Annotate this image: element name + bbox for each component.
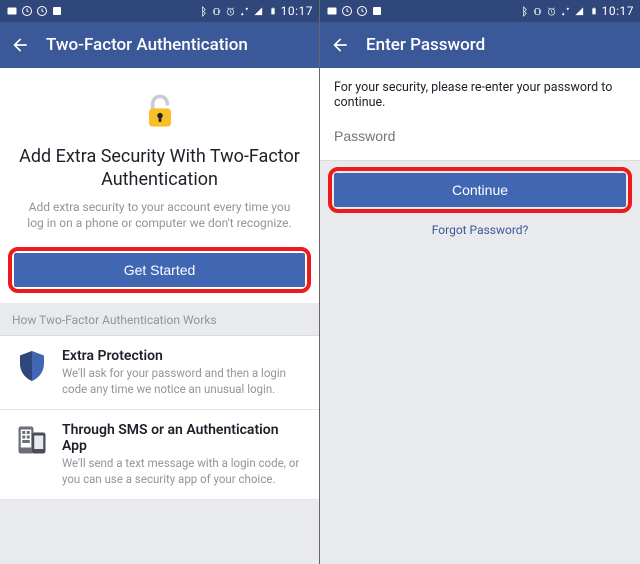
clock-status-icon [21,5,33,17]
item-body: Through SMS or an Authentication App We'… [62,422,305,487]
appbar-title: Enter Password [366,35,485,55]
highlight-annotation: Get Started [8,247,311,293]
battery-icon [588,5,600,17]
cta-wrap: Continue [320,161,640,217]
security-message: For your security, please re-enter your … [334,80,626,110]
list-item: Extra Protection We'll ask for your pass… [0,336,319,410]
shield-icon [14,348,50,384]
password-input[interactable] [334,124,626,150]
bluetooth-icon [518,5,530,17]
app-bar: Enter Password [320,22,640,68]
alarm-icon [546,5,558,17]
screen-enter-password: 10:17 Enter Password For your security, … [320,0,640,564]
back-arrow-icon[interactable] [10,35,30,55]
back-arrow-icon[interactable] [330,35,350,55]
status-bar: 10:17 [320,0,640,22]
signal-icon [574,5,586,17]
status-time: 10:17 [602,4,634,18]
content-left: Add Extra Security With Two-Factor Authe… [0,68,319,564]
hero-subtitle: Add extra security to your account every… [18,199,301,231]
item-desc: We'll ask for your password and then a l… [62,366,305,397]
app-bar: Two-Factor Authentication [0,22,319,68]
lock-icon [138,90,182,134]
get-started-button[interactable]: Get Started [14,253,305,287]
image-icon [6,5,18,17]
status-time: 10:17 [281,4,313,18]
battery-icon [267,5,279,17]
continue-button[interactable]: Continue [334,173,626,207]
screen-two-factor: 10:17 Two-Factor Authentication Add Extr… [0,0,320,564]
status-right: 10:17 [518,4,634,18]
password-card: For your security, please re-enter your … [320,68,640,161]
status-left [326,5,383,17]
image-icon [326,5,338,17]
clock-status-icon-2 [356,5,368,17]
signal-icon [253,5,265,17]
alarm-icon [225,5,237,17]
status-left [6,5,63,17]
section-label: How Two-Factor Authentication Works [0,303,319,336]
forgot-password-link[interactable]: Forgot Password? [320,217,640,243]
item-title: Extra Protection [62,348,305,364]
item-desc: We'll send a text message with a login c… [62,456,305,487]
vibrate-icon [532,5,544,17]
highlight-annotation: Continue [328,167,632,213]
item-body: Extra Protection We'll ask for your pass… [62,348,305,397]
appbar-title: Two-Factor Authentication [46,35,248,55]
status-right: 10:17 [197,4,313,18]
list-item: Through SMS or an Authentication App We'… [0,410,319,500]
hero-title: Add Extra Security With Two-Factor Authe… [18,146,301,191]
clock-status-icon [341,5,353,17]
maps-icon [51,5,63,17]
phone-qr-icon [14,422,50,458]
content-right: For your security, please re-enter your … [320,68,640,564]
item-title: Through SMS or an Authentication App [62,422,305,454]
data-icon [239,5,251,17]
hero-section: Add Extra Security With Two-Factor Authe… [0,68,319,245]
cta-wrap: Get Started [0,245,319,303]
status-bar: 10:17 [0,0,319,22]
maps-icon [371,5,383,17]
bluetooth-icon [197,5,209,17]
data-icon [560,5,572,17]
clock-status-icon-2 [36,5,48,17]
vibrate-icon [211,5,223,17]
